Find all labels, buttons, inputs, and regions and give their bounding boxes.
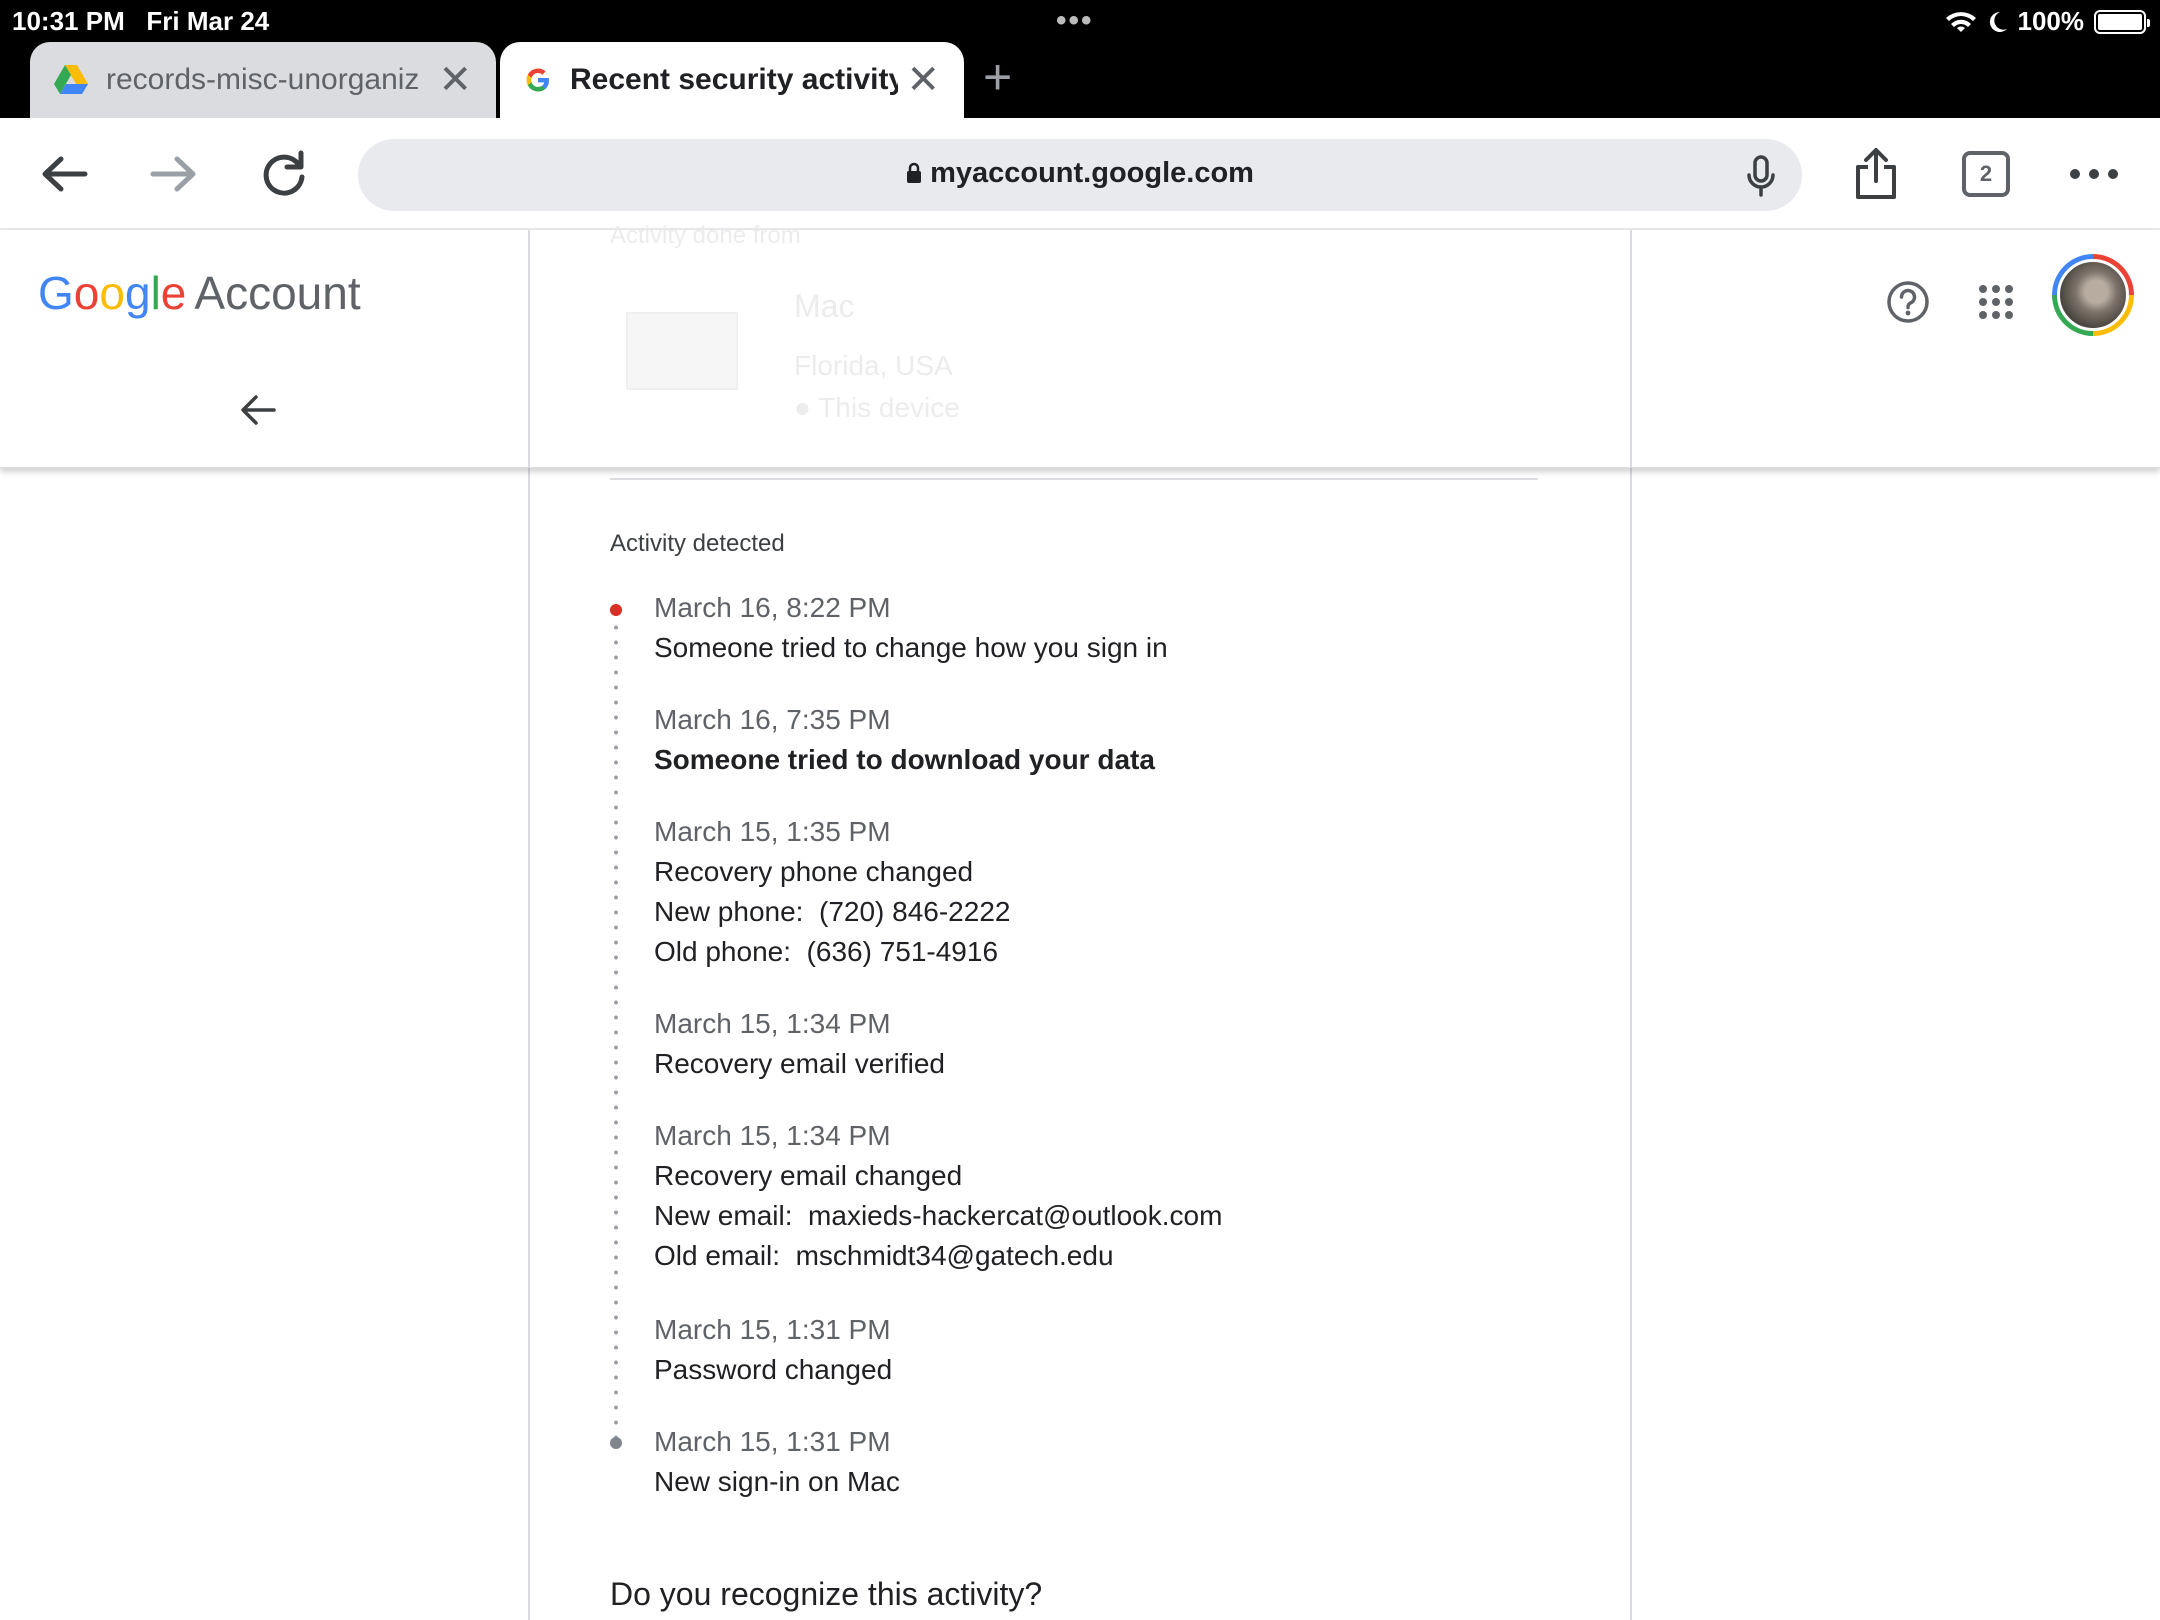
tab-records-misc[interactable]: records-misc-unorganiz ✕ — [30, 42, 496, 118]
google-g-icon — [526, 68, 549, 92]
tab-switcher-button[interactable]: 2 — [1954, 142, 2018, 206]
google-account-logo[interactable]: Google Account — [38, 266, 361, 320]
google-apps-button[interactable] — [1964, 270, 2028, 334]
menu-button[interactable] — [2062, 142, 2126, 206]
activity-date: March 15, 1:35 PM — [654, 816, 891, 847]
tab-recent-security-activity[interactable]: Recent security activity ✕ — [500, 42, 964, 118]
url-text: myaccount.google.com — [930, 157, 1254, 189]
battery-percent: 100% — [2017, 6, 2085, 36]
activity-date: March 16, 8:22 PM — [654, 592, 891, 623]
avatar-photo — [2057, 259, 2129, 331]
tab-count: 2 — [1962, 151, 2010, 197]
activity-detail: Old phone: (636) 751-4916 — [654, 936, 999, 967]
activity-item: March 15, 1:34 PM Recovery email changed… — [654, 1116, 1222, 1276]
activity-detail: New phone: (720) 846-2222 — [654, 896, 1011, 927]
help-icon — [1887, 281, 1929, 323]
activity-description: New sign-in on Mac — [654, 1466, 900, 1497]
lock-icon — [907, 162, 922, 183]
status-right: 100% — [1945, 6, 2150, 37]
activity-date: March 15, 1:31 PM — [654, 1314, 891, 1345]
reload-button[interactable] — [252, 142, 316, 206]
forward-arrow-icon — [150, 156, 196, 192]
multitasking-dots-icon[interactable]: ••• — [1056, 4, 1094, 38]
address-bar[interactable]: myaccount.google.com — [358, 139, 1802, 211]
activity-detected-label: Activity detected — [610, 530, 785, 557]
share-icon — [1856, 148, 1896, 199]
activity-description: Password changed — [654, 1354, 893, 1385]
activity-item: March 15, 1:31 PM Password changed — [654, 1310, 892, 1390]
account-label: Account — [194, 267, 361, 319]
account-header: Google Account — [0, 230, 2160, 468]
avatar[interactable] — [2052, 254, 2134, 336]
reload-icon — [263, 150, 305, 196]
tab-title: records-misc-unorganiz — [106, 63, 420, 96]
activity-date: March 16, 7:35 PM — [654, 704, 891, 735]
help-button[interactable] — [1876, 270, 1940, 334]
apps-grid-icon — [1979, 285, 2013, 319]
status-bar: 10:31 PM Fri Mar 24 ••• 100% — [0, 0, 2160, 40]
page-back-button[interactable] — [238, 390, 278, 430]
timeline-dot-end — [610, 1437, 622, 1449]
timeline-dot-alert — [610, 604, 622, 616]
battery-icon — [2094, 9, 2150, 34]
activity-description: Recovery email verified — [654, 1048, 945, 1079]
activity-detail: New email: maxieds-hackercat@outlook.com — [654, 1200, 1223, 1231]
activity-description: Recovery phone changed — [654, 856, 974, 887]
close-tab-icon[interactable]: ✕ — [906, 57, 940, 103]
status-time: 10:31 PM Fri Mar 24 — [12, 6, 270, 36]
activity-date: March 15, 1:34 PM — [654, 1120, 891, 1151]
forward-button[interactable] — [142, 142, 206, 206]
divider — [610, 478, 1538, 480]
activity-item: March 16, 7:35 PM Someone tried to downl… — [654, 700, 1155, 780]
activity-date: March 15, 1:31 PM — [654, 1426, 891, 1457]
activity-description: Recovery email changed — [654, 1160, 963, 1191]
wifi-icon — [1945, 11, 1976, 32]
activity-detail: Old email: mschmidt34@gatech.edu — [654, 1240, 1114, 1271]
back-button[interactable] — [32, 142, 96, 206]
back-arrow-icon — [42, 156, 88, 192]
tab-strip: records-misc-unorganiz ✕ Recent security… — [0, 40, 2160, 118]
recognize-activity-question: Do you recognize this activity? — [610, 1576, 1043, 1612]
microphone-icon[interactable] — [1746, 155, 1776, 197]
url-display: myaccount.google.com — [358, 157, 1802, 190]
browser-toolbar: myaccount.google.com 2 — [0, 118, 2160, 230]
moon-icon — [1989, 11, 2007, 32]
google-logo-text: Google — [38, 267, 187, 319]
activity-item: March 15, 1:31 PM New sign-in on Mac — [654, 1422, 900, 1502]
activity-item: March 15, 1:34 PM Recovery email verifie… — [654, 1004, 945, 1084]
more-horizontal-icon — [2070, 169, 2118, 179]
back-arrow-icon — [241, 395, 276, 425]
activity-item: March 16, 8:22 PM Someone tried to chang… — [654, 588, 1168, 668]
share-button[interactable] — [1844, 142, 1908, 206]
new-tab-plus-icon[interactable]: + — [983, 48, 1012, 106]
close-tab-icon[interactable]: ✕ — [438, 57, 472, 103]
activity-date: March 15, 1:34 PM — [654, 1008, 891, 1039]
tab-title: Recent security activity — [570, 63, 899, 96]
activity-description: Someone tried to change how you sign in — [654, 632, 1168, 663]
google-drive-icon — [54, 65, 88, 94]
activity-item: March 15, 1:35 PM Recovery phone changed… — [654, 812, 1010, 972]
timeline-line — [614, 620, 618, 1444]
activity-description: Someone tried to download your data — [654, 744, 1155, 775]
